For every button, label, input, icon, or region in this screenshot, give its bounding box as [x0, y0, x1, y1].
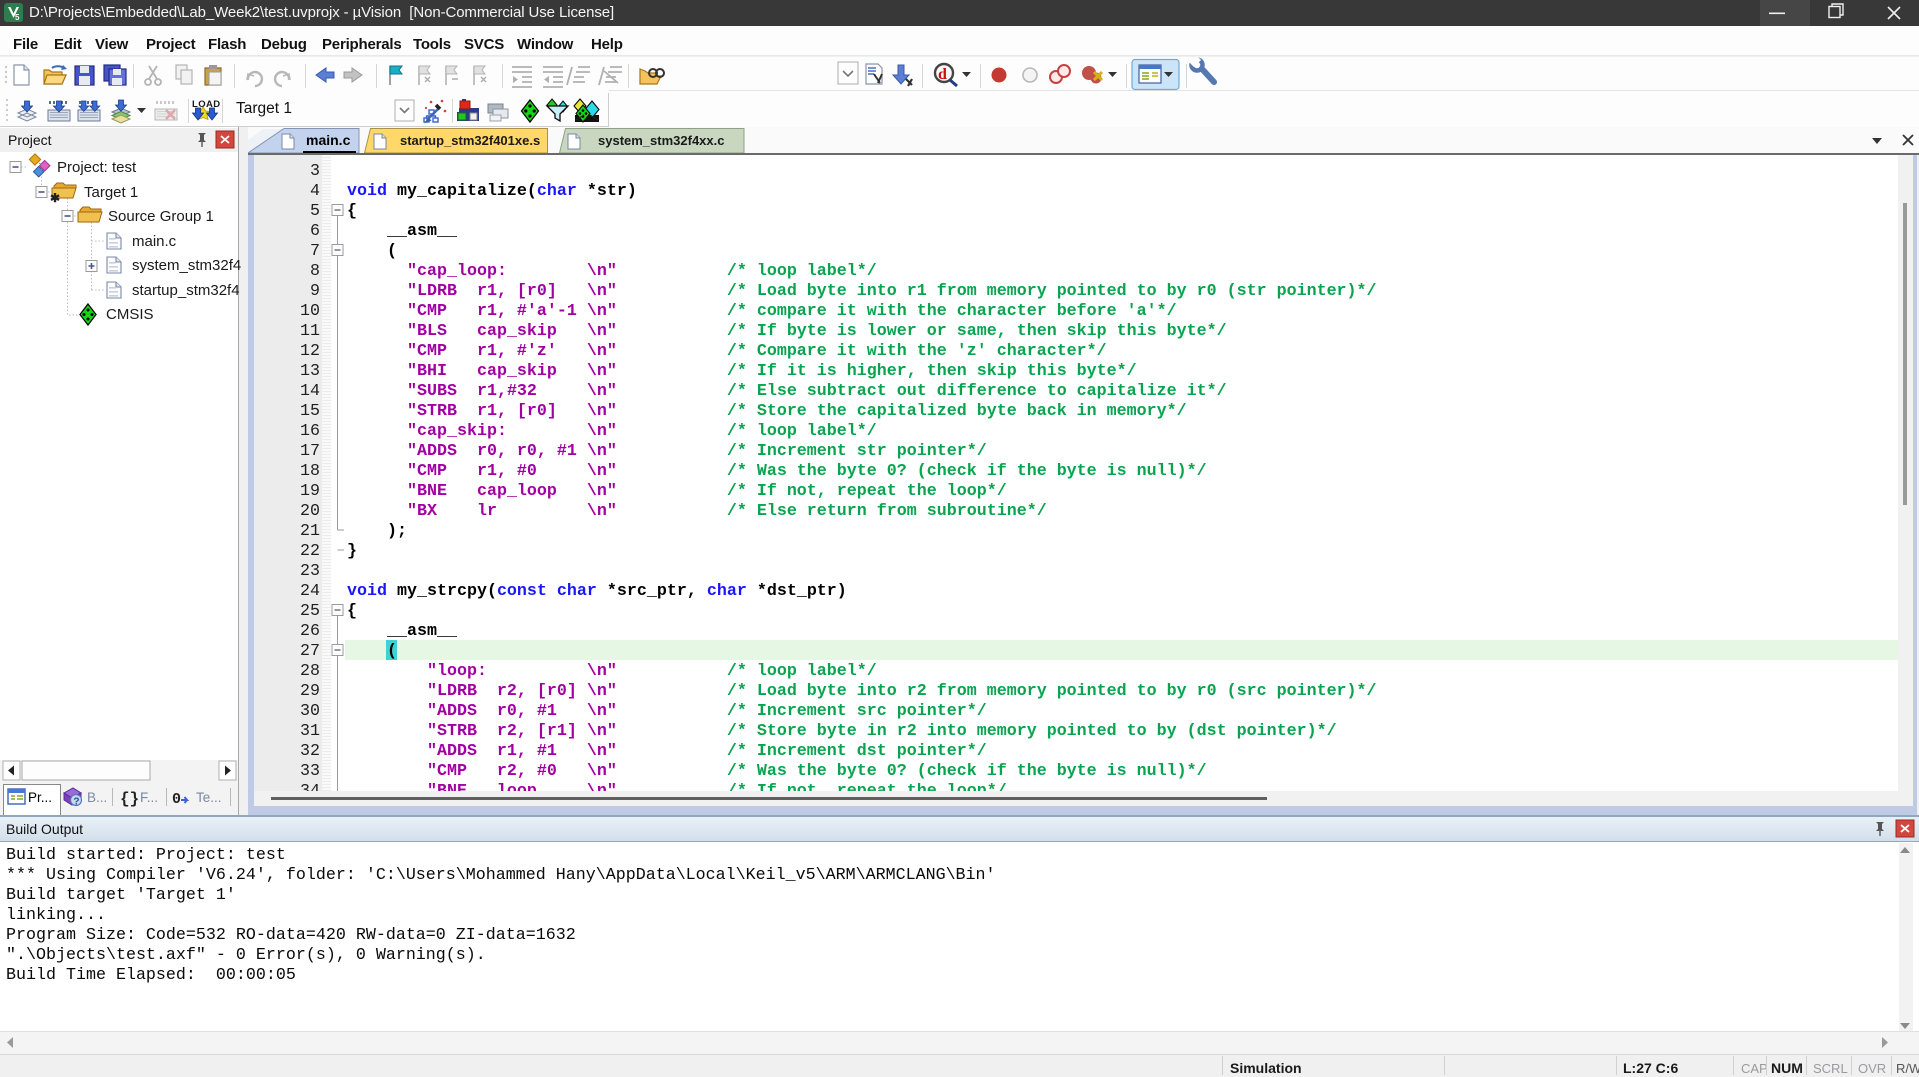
svg-text:{}: {} — [120, 790, 139, 808]
svg-text:5: 5 — [15, 13, 20, 22]
svg-text:✱: ✱ — [50, 191, 60, 205]
svg-text:0: 0 — [172, 791, 181, 808]
svg-text:d: d — [938, 66, 947, 83]
svg-text:?: ? — [73, 797, 79, 808]
